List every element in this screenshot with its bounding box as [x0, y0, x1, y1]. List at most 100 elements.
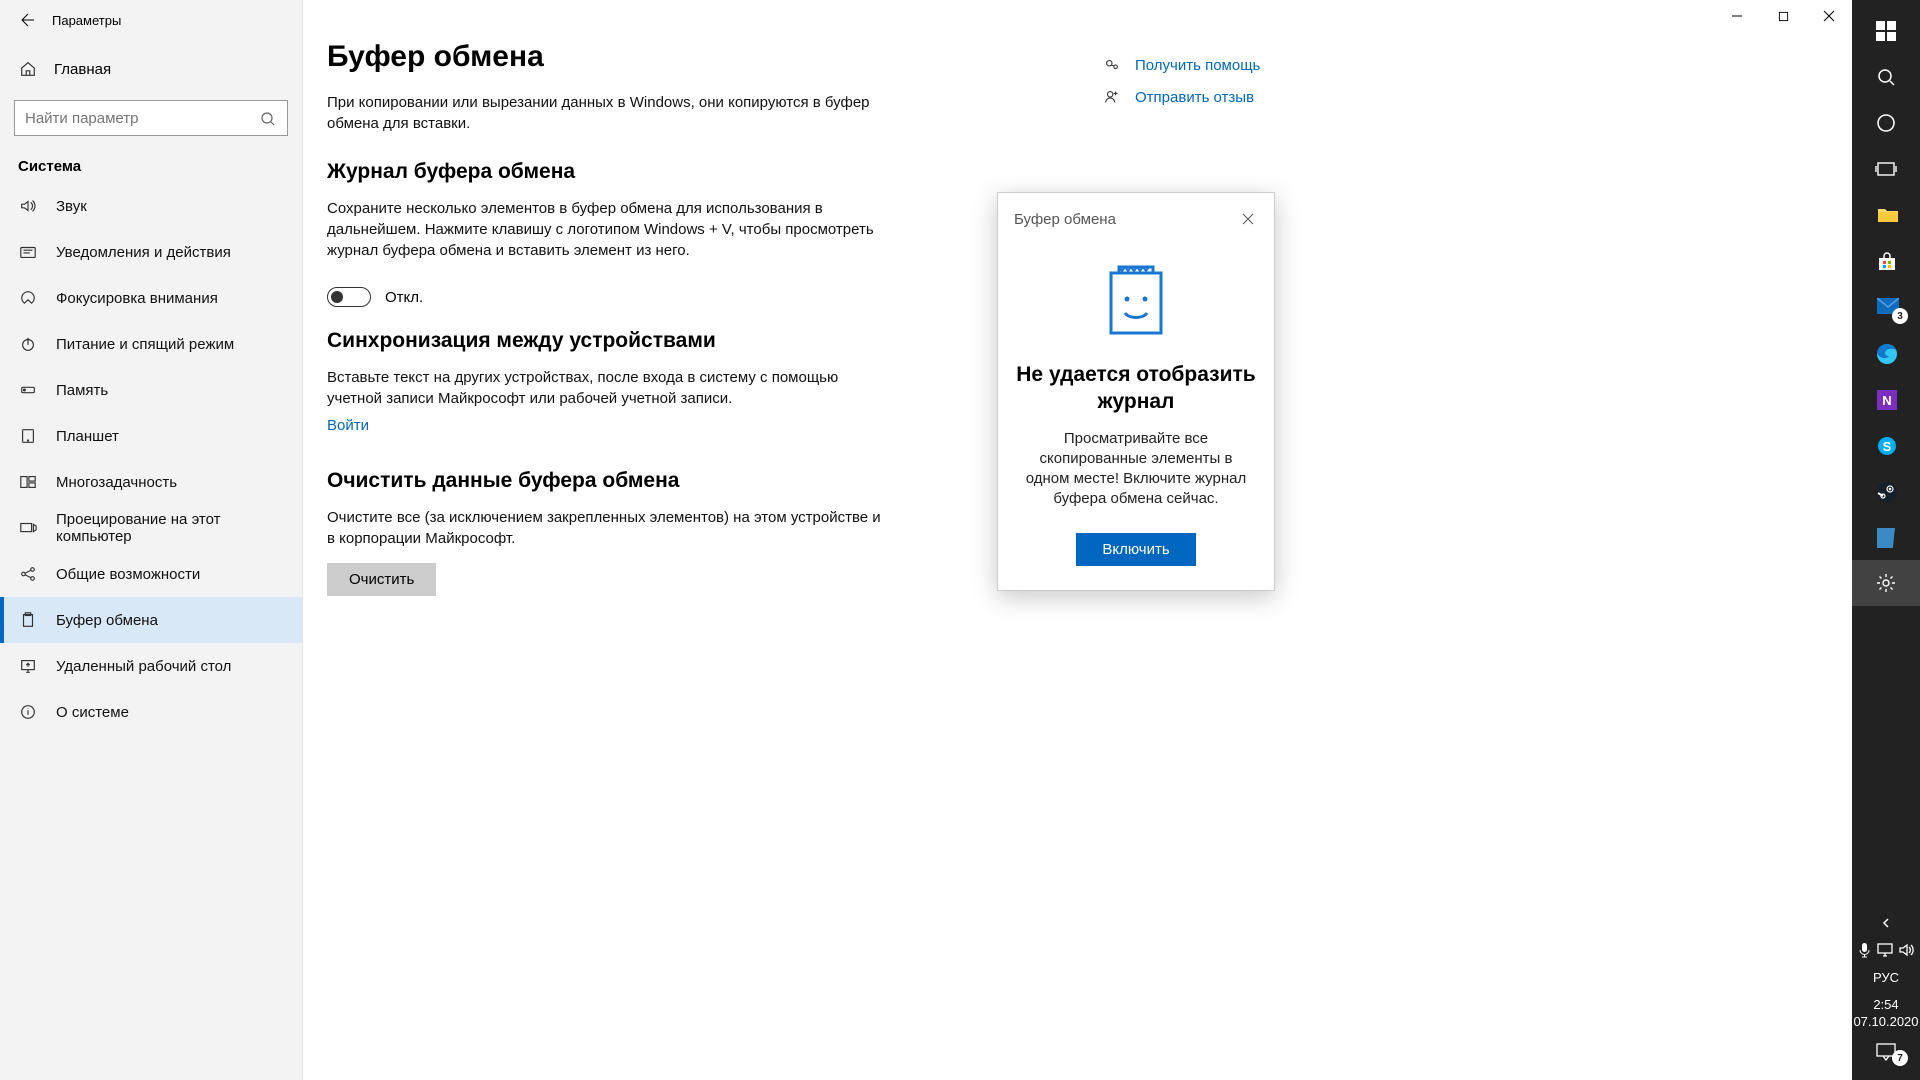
focus-icon — [18, 288, 38, 308]
close-button[interactable] — [1806, 0, 1852, 32]
svg-text:S: S — [1883, 439, 1892, 454]
search-input[interactable] — [14, 100, 288, 136]
clipboard-popup: Буфер обмена Не удается отобразить журна… — [997, 192, 1275, 591]
clock-date: 07.10.2020 — [1853, 1013, 1918, 1030]
steam-icon — [1877, 482, 1895, 500]
back-button[interactable] — [14, 6, 42, 34]
page-intro: При копировании или вырезании данных в W… — [327, 92, 887, 134]
settings-sidebar: Параметры Главная Система Звук — [0, 0, 303, 1080]
explorer-button[interactable] — [1852, 192, 1920, 238]
sidebar-item-remote[interactable]: Удаленный рабочий стол — [0, 643, 302, 689]
skype-button[interactable]: S — [1852, 422, 1920, 468]
notes-button[interactable] — [1852, 514, 1920, 560]
notifications-icon — [18, 242, 38, 262]
section-clear-body: Очистите все (за исключением закрепленны… — [327, 507, 887, 549]
steam-button[interactable] — [1852, 468, 1920, 514]
tray-expand-button[interactable] — [1852, 910, 1920, 936]
sidebar-item-home[interactable]: Главная — [0, 46, 302, 92]
section-sync-body: Вставьте текст на других устройствах, по… — [327, 367, 887, 409]
section-sync-title: Синхронизация между устройствами — [327, 329, 1103, 353]
clock-time: 2:54 — [1853, 996, 1918, 1013]
sidebar-item-clipboard[interactable]: Буфер обмена — [0, 597, 302, 643]
arrow-left-icon — [20, 12, 36, 28]
sidebar-item-storage[interactable]: Память — [0, 367, 302, 413]
about-icon — [18, 702, 38, 722]
store-button[interactable] — [1852, 238, 1920, 284]
feedback-icon — [1103, 88, 1121, 106]
multitask-icon — [18, 472, 38, 492]
volume-icon[interactable] — [1899, 943, 1915, 957]
section-clear-title: Очистить данные буфера обмена — [327, 469, 1103, 493]
mail-badge: 3 — [1892, 308, 1908, 324]
taskbar: 3 N S РУС 2:54 07.10.2020 7 — [1852, 0, 1920, 1080]
sidebar-item-multitask[interactable]: Многозадачность — [0, 459, 302, 505]
notes-icon — [1877, 528, 1895, 546]
taskbar-search-button[interactable] — [1852, 54, 1920, 100]
page-title: Буфер обмена — [327, 40, 1103, 74]
search-icon — [260, 111, 276, 127]
popup-close-button[interactable] — [1238, 209, 1258, 229]
sidebar-item-sound[interactable]: Звук — [0, 183, 302, 229]
section-history-title: Журнал буфера обмена — [327, 160, 1103, 184]
clear-button[interactable]: Очистить — [327, 563, 436, 596]
edge-button[interactable] — [1852, 330, 1920, 376]
taskview-icon — [1875, 160, 1897, 178]
sidebar-item-tablet[interactable]: Планшет — [0, 413, 302, 459]
main-content: Буфер обмена При копировании или вырезан… — [303, 0, 1103, 1080]
action-center-button[interactable]: 7 — [1852, 1032, 1920, 1072]
folder-icon — [1877, 206, 1895, 224]
skype-icon: S — [1877, 436, 1895, 454]
action-center-badge: 7 — [1892, 1050, 1908, 1066]
minimize-button[interactable] — [1714, 0, 1760, 32]
history-toggle[interactable] — [327, 287, 371, 307]
content-area: Буфер обмена При копировании или вырезан… — [303, 0, 1852, 1080]
history-toggle-label: Откл. — [385, 289, 423, 306]
settings-button[interactable] — [1852, 560, 1920, 606]
storage-icon — [18, 380, 38, 400]
network-icon[interactable] — [1877, 943, 1893, 957]
mail-button[interactable]: 3 — [1852, 284, 1920, 330]
sidebar-item-power[interactable]: Питание и спящий режим — [0, 321, 302, 367]
cortana-button[interactable] — [1852, 100, 1920, 146]
popup-heading: Не удается отобразить журнал — [1014, 361, 1258, 415]
titlebar: Параметры — [0, 0, 302, 40]
onenote-icon: N — [1877, 390, 1895, 408]
tray-clock[interactable]: 2:54 07.10.2020 — [1853, 990, 1918, 1032]
maximize-button[interactable] — [1760, 0, 1806, 32]
project-icon — [18, 518, 38, 538]
svg-text:N: N — [1882, 393, 1891, 408]
popup-title-small: Буфер обмена — [1014, 211, 1116, 228]
feedback-link[interactable]: Отправить отзыв — [1103, 88, 1335, 106]
sidebar-item-project[interactable]: Проецирование на этот компьютер — [0, 505, 302, 551]
sound-icon — [18, 196, 38, 216]
nav-list: Звук Уведомления и действия Фокусировка … — [0, 183, 302, 1080]
window-title: Параметры — [52, 13, 121, 28]
clipboard-icon — [18, 610, 38, 630]
language-indicator[interactable]: РУС — [1852, 964, 1920, 990]
tray-icons — [1852, 936, 1920, 964]
gear-icon — [1876, 573, 1896, 593]
popup-body: Просматривайте все скопированные элемент… — [1014, 429, 1258, 509]
sidebar-item-shared[interactable]: Общие возможности — [0, 551, 302, 597]
sidebar-item-about[interactable]: О системе — [0, 689, 302, 735]
signin-link[interactable]: Войти — [327, 417, 369, 434]
help-link[interactable]: Получить помощь — [1103, 56, 1335, 74]
shared-icon — [18, 564, 38, 584]
settings-window: Параметры Главная Система Звук — [0, 0, 1852, 1080]
tablet-icon — [18, 426, 38, 446]
microphone-icon[interactable] — [1858, 943, 1871, 958]
edge-icon — [1877, 344, 1895, 362]
start-button[interactable] — [1852, 8, 1920, 54]
window-controls — [1714, 0, 1852, 32]
show-desktop-button[interactable] — [1852, 1072, 1920, 1080]
clipboard-smiley-icon — [1105, 259, 1167, 337]
power-icon — [18, 334, 38, 354]
sidebar-item-notifications[interactable]: Уведомления и действия — [0, 229, 302, 275]
sidebar-item-focus[interactable]: Фокусировка внимания — [0, 275, 302, 321]
popup-enable-button[interactable]: Включить — [1076, 533, 1195, 566]
help-icon — [1103, 56, 1121, 74]
windows-logo-icon — [1876, 21, 1896, 41]
onenote-button[interactable]: N — [1852, 376, 1920, 422]
search-icon — [1876, 67, 1896, 87]
taskview-button[interactable] — [1852, 146, 1920, 192]
